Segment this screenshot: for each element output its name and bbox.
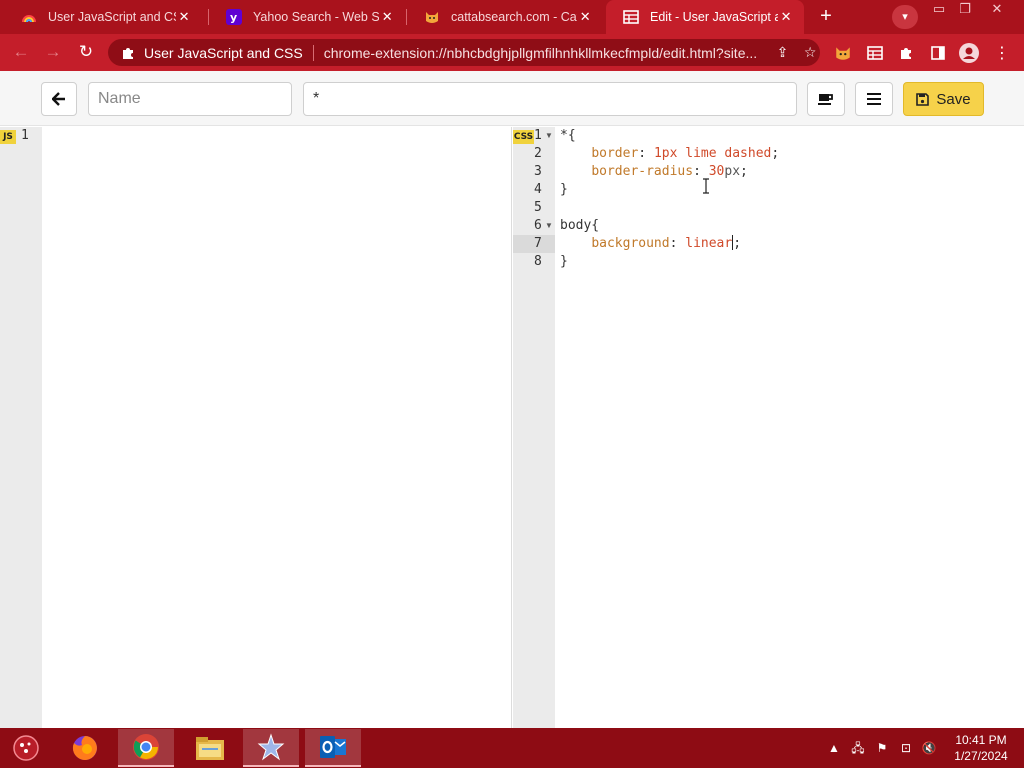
cat-extension-icon[interactable] (832, 42, 854, 64)
taskbar-app-star[interactable] (243, 729, 299, 767)
js-gutter: JS 1 (0, 127, 42, 728)
css-gutter: CSS 1 ▼ 2 3 4 5 6 ▼ 7 8 (513, 127, 555, 728)
css-line-number: 4 (534, 182, 542, 197)
puzzle-icon (120, 45, 136, 61)
css-line-number: 2 (534, 146, 542, 161)
code-line: *{ (560, 128, 576, 143)
tab-title: Edit - User JavaScript and CSS (650, 10, 779, 24)
restore-icon[interactable]: ❐ (952, 0, 978, 18)
hamburger-menu-icon (867, 93, 881, 105)
url-text: chrome-extension://nbhcbdghjpllgmfilhnhk… (323, 44, 758, 61)
firefox-icon (72, 736, 97, 760)
folder-icon (196, 737, 224, 760)
i-beam-cursor-icon (703, 178, 709, 194)
forward-icon[interactable]: → (42, 41, 64, 63)
js-line-number: 1 (21, 128, 29, 143)
browser-toolbar: ← → ↻ User JavaScript and CSS chrome-ext… (0, 34, 1024, 71)
volume-muted-icon[interactable]: 🔇 (921, 740, 937, 756)
js-editor-pane[interactable]: JS 1 (0, 127, 512, 728)
share-icon[interactable]: ⇪ (773, 44, 793, 61)
floppy-disk-icon (916, 92, 930, 106)
text-caret (732, 235, 734, 250)
star-app-icon (257, 733, 285, 761)
tab-yahoo-search[interactable]: y Yahoo Search - Web Search ✕ (209, 0, 405, 34)
kebab-menu-icon[interactable]: ⋮ (991, 42, 1013, 64)
url-pattern-input[interactable] (303, 82, 797, 116)
tab-edit-active[interactable]: Edit - User JavaScript and CSS ✕ (606, 0, 804, 34)
taskbar-firefox[interactable] (62, 729, 108, 767)
outlook-icon (320, 736, 346, 758)
js-badge: JS (0, 130, 16, 144)
extensions-puzzle-icon[interactable] (895, 42, 917, 64)
back-button[interactable] (41, 82, 77, 116)
close-tab-icon[interactable]: ✕ (176, 9, 192, 25)
address-bar[interactable]: User JavaScript and CSS chrome-extension… (108, 39, 820, 66)
menu-button[interactable] (855, 82, 893, 116)
clock-date: 1/27/2024 (954, 749, 1008, 763)
tab-cattabsearch[interactable]: cattabsearch.com - Cattab ✕ (407, 0, 603, 34)
yahoo-icon: y (225, 8, 243, 26)
code-line: } (560, 254, 568, 269)
grid-icon (622, 8, 640, 26)
save-button[interactable]: Save (903, 82, 984, 116)
css-line-number: 3 (534, 164, 542, 179)
css-line-number: 5 (534, 200, 542, 215)
system-clock[interactable]: 10:41 PM 1/27/2024 (948, 732, 1014, 764)
show-hidden-icons-icon[interactable]: ▲ (826, 740, 842, 756)
tab-user-js-css[interactable]: User JavaScript and CSS ✕ (4, 0, 202, 34)
tab-title: cattabsearch.com - Cattab (451, 10, 577, 24)
rainbow-icon (20, 8, 38, 26)
save-label: Save (936, 90, 971, 108)
close-tab-icon[interactable]: ✕ (577, 9, 593, 25)
flag-icon[interactable]: ⚑ (874, 740, 890, 756)
side-panel-icon[interactable] (927, 42, 949, 64)
device-icon[interactable]: ⊡ (898, 740, 914, 756)
start-orb-icon (13, 735, 39, 761)
close-tab-icon[interactable]: ✕ (778, 9, 794, 25)
taskbar-file-explorer[interactable] (182, 729, 238, 767)
css-line-number: 6 (534, 218, 542, 233)
site-name: User JavaScript and CSS (144, 44, 303, 61)
close-tab-icon[interactable]: ✕ (379, 9, 395, 25)
back-icon[interactable]: ← (10, 41, 32, 63)
css-line-number: 8 (534, 254, 542, 269)
profile-avatar-icon[interactable] (958, 42, 980, 64)
fold-arrow-icon[interactable]: ▼ (545, 127, 553, 145)
svg-text:y: y (230, 11, 237, 24)
tab-strip: User JavaScript and CSS ✕ y Yahoo Search… (0, 0, 1024, 34)
code-line: body{ (560, 218, 600, 233)
css-line-number: 7 (534, 236, 542, 251)
coffee-button[interactable] (807, 82, 845, 116)
code-line: } (560, 182, 568, 197)
editor-header: Save (0, 71, 1024, 126)
taskbar-chrome[interactable] (118, 729, 174, 767)
code-line: border: 1px lime dashed; (591, 146, 780, 161)
reload-icon[interactable]: ↻ (75, 41, 97, 63)
css-badge: CSS (513, 130, 534, 144)
code-line: border-radius: 30px; (591, 164, 748, 179)
bookmark-star-icon[interactable]: ☆ (800, 44, 820, 61)
taskbar-outlook[interactable] (305, 729, 361, 767)
tab-title: User JavaScript and CSS (48, 10, 177, 24)
start-button[interactable] (4, 729, 48, 767)
minimize-icon[interactable]: ▭ (926, 0, 952, 18)
fold-arrow-icon[interactable]: ▼ (545, 217, 553, 235)
clock-time: 10:41 PM (955, 733, 1007, 747)
grid-extension-icon[interactable] (864, 42, 886, 64)
chrome-icon (133, 734, 159, 760)
name-input[interactable] (88, 82, 292, 116)
tab-title: Yahoo Search - Web Search (253, 10, 380, 24)
css-line-number: 1 (534, 128, 542, 143)
new-tab-button[interactable]: + (814, 5, 838, 29)
code-line-active: background: linear; (591, 235, 742, 251)
taskbar: ▲ 🖧 ⚑ ⊡ 🔇 10:41 PM 1/27/2024 (0, 728, 1024, 768)
network-computer-icon[interactable]: 🖧 (850, 740, 866, 756)
cat-icon (423, 8, 441, 26)
coffee-icon (818, 94, 833, 105)
close-window-icon[interactable]: ✕ (984, 0, 1010, 18)
chevron-down-icon[interactable]: ▾ (892, 5, 918, 29)
arrow-left-icon (52, 92, 65, 106)
css-editor-pane[interactable]: CSS 1 ▼ 2 3 4 5 6 ▼ 7 8 *{ border: 1px l… (513, 127, 1024, 728)
